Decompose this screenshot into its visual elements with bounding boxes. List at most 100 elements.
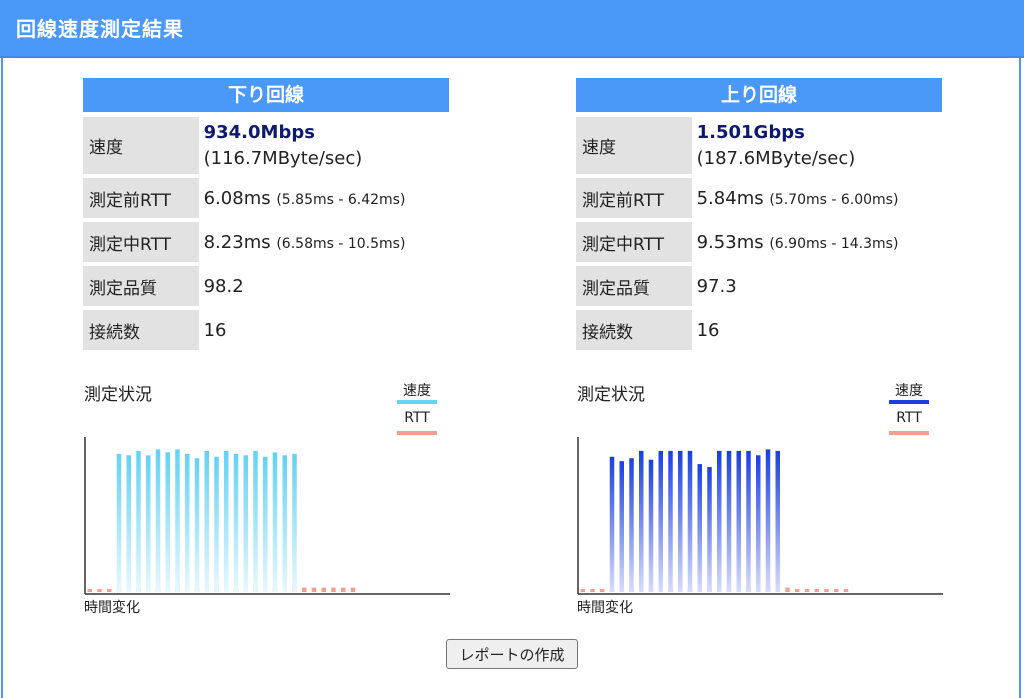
quality-label: 測定品質 bbox=[83, 266, 199, 306]
table-row: 接続数 16 bbox=[576, 310, 942, 350]
download-speed-bar bbox=[136, 450, 141, 592]
download-legend-speed: 速度 bbox=[403, 383, 431, 399]
download-speed-bar bbox=[282, 455, 287, 592]
upload-rtt-bar bbox=[600, 589, 605, 592]
rtt-before-range: (5.85ms - 6.42ms) bbox=[276, 191, 406, 208]
download-legend-speed-swatch bbox=[397, 400, 437, 404]
upload-speed-bar bbox=[658, 450, 663, 592]
upload-results-table: 速度 1.501Gbps (187.6MByte/sec) 測定前RTT 5.8… bbox=[576, 113, 942, 354]
upload-legend-rtt: RTT bbox=[896, 410, 922, 426]
download-speed-bar bbox=[224, 450, 229, 592]
table-row: 測定品質 97.3 bbox=[576, 266, 942, 306]
download-speed-bar bbox=[272, 452, 278, 592]
rtt-during-value: 8.23ms bbox=[203, 231, 271, 253]
table-row: 接続数 16 bbox=[83, 310, 449, 350]
table-row: 速度 934.0Mbps (116.7MByte/sec) bbox=[83, 117, 449, 174]
upload-status-title: 測定状況 bbox=[577, 385, 645, 405]
speed-label: 速度 bbox=[576, 117, 692, 174]
download-speed-bar bbox=[175, 449, 180, 592]
rtt-during-cell: 8.23ms (6.58ms - 10.5ms) bbox=[199, 222, 449, 262]
download-x-axis-label: 時間変化 bbox=[84, 600, 140, 616]
upload-speed-chart bbox=[577, 437, 943, 595]
page-title: 回線速度測定結果 bbox=[16, 17, 184, 41]
upload-rtt-bar bbox=[785, 587, 790, 592]
upload-panel-title: 上り回線 bbox=[576, 78, 942, 112]
download-rtt-bar bbox=[87, 589, 92, 592]
download-rtt-bar bbox=[107, 589, 112, 592]
upload-speed-bar bbox=[629, 458, 634, 592]
quality-label: 測定品質 bbox=[576, 266, 692, 306]
download-speed-bar bbox=[155, 449, 161, 592]
download-panel: 下り回線 速度 934.0Mbps (116.7MByte/sec) 測定前RT… bbox=[83, 78, 449, 354]
download-rtt-bar bbox=[341, 587, 346, 592]
rtt-during-range: (6.90ms - 14.3ms) bbox=[769, 235, 899, 252]
create-report-button[interactable]: レポートの作成 bbox=[446, 639, 578, 669]
table-row: 測定中RTT 8.23ms (6.58ms - 10.5ms) bbox=[83, 222, 449, 262]
upload-rtt-bar bbox=[795, 589, 800, 592]
connections-value: 16 bbox=[696, 319, 720, 341]
speed-bytes: (116.7MByte/sec) bbox=[203, 147, 363, 169]
rtt-before-cell: 5.84ms (5.70ms - 6.00ms) bbox=[692, 178, 942, 218]
upload-speed-bar bbox=[746, 450, 751, 592]
download-panel-title: 下り回線 bbox=[83, 78, 449, 112]
rtt-during-label: 測定中RTT bbox=[576, 222, 692, 262]
table-row: 測定品質 98.2 bbox=[83, 266, 449, 306]
speed-bytes: (187.6MByte/sec) bbox=[696, 147, 856, 169]
upload-legend-speed: 速度 bbox=[895, 383, 923, 399]
download-rtt-bar bbox=[321, 587, 326, 592]
download-rtt-bar bbox=[302, 587, 307, 592]
download-rtt-bar bbox=[97, 589, 102, 592]
download-speed-bar bbox=[292, 453, 297, 592]
rtt-during-cell: 9.53ms (6.90ms - 14.3ms) bbox=[692, 222, 942, 262]
upload-speed-bar bbox=[765, 449, 771, 592]
rtt-before-label: 測定前RTT bbox=[83, 178, 199, 218]
header-bar: 回線速度測定結果 bbox=[0, 0, 1024, 58]
upload-speed-bar bbox=[726, 450, 732, 592]
download-speed-bar bbox=[146, 455, 151, 592]
download-speed-chart bbox=[84, 437, 450, 595]
upload-speed-bar bbox=[678, 450, 683, 592]
upload-rtt-bar bbox=[804, 589, 810, 592]
upload-rtt-bar bbox=[824, 589, 829, 592]
download-speed-bar bbox=[204, 450, 209, 592]
speed-value-cell: 1.501Gbps (187.6MByte/sec) bbox=[692, 117, 942, 174]
speed-label: 速度 bbox=[83, 117, 199, 174]
table-row: 測定前RTT 6.08ms (5.85ms - 6.42ms) bbox=[83, 178, 449, 218]
upload-speed-bar bbox=[619, 461, 624, 592]
speed-value-cell: 934.0Mbps (116.7MByte/sec) bbox=[199, 117, 449, 174]
upload-speed-bar bbox=[668, 450, 673, 592]
download-rtt-bar bbox=[311, 587, 317, 592]
rtt-before-value: 6.08ms bbox=[203, 187, 271, 209]
connections-label: 接続数 bbox=[576, 310, 692, 350]
upload-speed-bar bbox=[697, 464, 702, 592]
download-speed-bar bbox=[253, 450, 258, 592]
upload-speed-bar bbox=[648, 459, 654, 592]
upload-speed-bar bbox=[736, 450, 741, 592]
upload-rtt-bar bbox=[843, 589, 849, 592]
table-row: 測定前RTT 5.84ms (5.70ms - 6.00ms) bbox=[576, 178, 942, 218]
download-speed-bar bbox=[165, 452, 170, 592]
download-legend-rtt-swatch bbox=[397, 431, 437, 435]
table-row: 速度 1.501Gbps (187.6MByte/sec) bbox=[576, 117, 942, 174]
table-row: 測定中RTT 9.53ms (6.90ms - 14.3ms) bbox=[576, 222, 942, 262]
rtt-during-label: 測定中RTT bbox=[83, 222, 199, 262]
upload-rtt-bar bbox=[580, 589, 585, 592]
upload-legend-speed-swatch bbox=[889, 400, 929, 404]
upload-rtt-bar bbox=[590, 589, 595, 592]
rtt-during-range: (6.58ms - 10.5ms) bbox=[276, 235, 406, 252]
upload-speed-bar bbox=[717, 450, 722, 592]
speed-value: 934.0Mbps bbox=[203, 121, 315, 143]
rtt-during-value: 9.53ms bbox=[696, 231, 764, 253]
upload-x-axis-label: 時間変化 bbox=[577, 600, 633, 616]
connections-value: 16 bbox=[203, 319, 227, 341]
download-speed-bar bbox=[116, 453, 122, 592]
rtt-before-value: 5.84ms bbox=[696, 187, 764, 209]
download-status-title: 測定状況 bbox=[84, 385, 152, 405]
download-speed-bar bbox=[214, 456, 219, 592]
upload-speed-bar bbox=[639, 450, 644, 592]
download-speed-bar bbox=[185, 453, 190, 592]
quality-value: 97.3 bbox=[696, 275, 737, 297]
download-speed-bar bbox=[263, 456, 268, 592]
rtt-before-cell: 6.08ms (5.85ms - 6.42ms) bbox=[199, 178, 449, 218]
upload-speed-bar bbox=[775, 450, 780, 592]
